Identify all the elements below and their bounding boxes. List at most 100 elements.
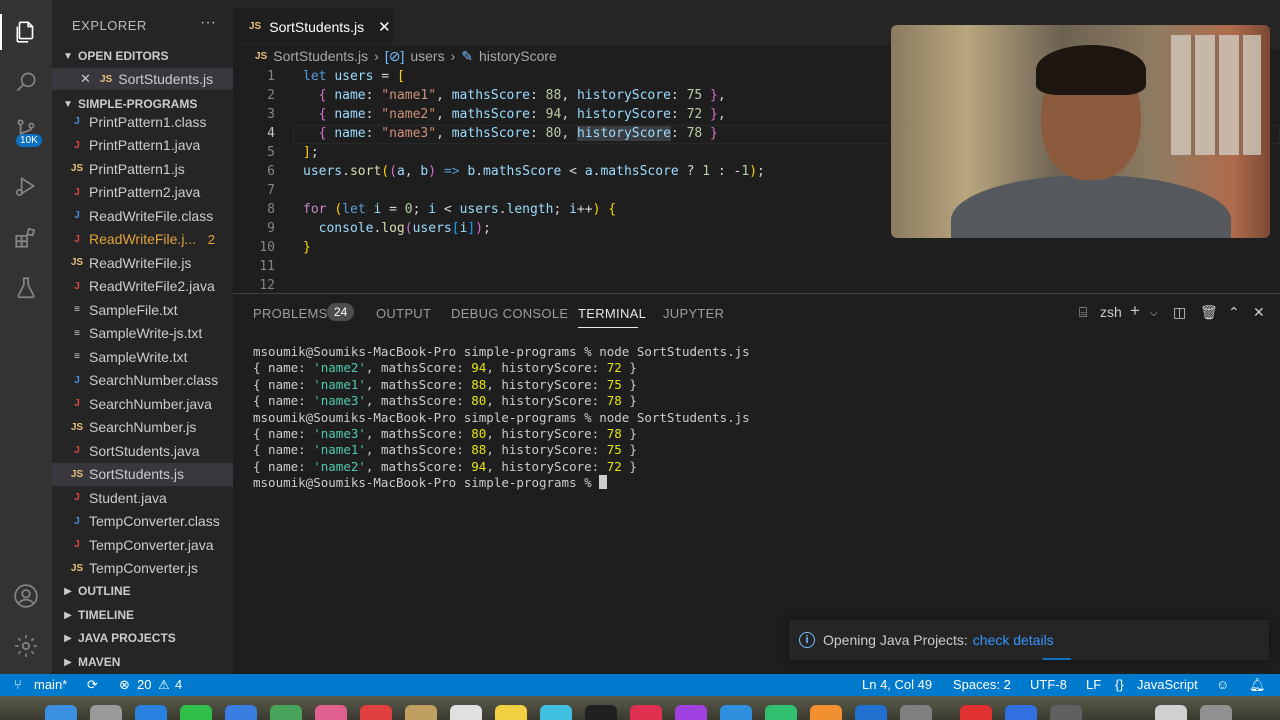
run-debug-icon[interactable]: [12, 172, 40, 200]
file-item[interactable]: ≡ SampleWrite-js.txt: [52, 322, 233, 346]
timeline-section[interactable]: ▶ TIMELINE: [52, 604, 233, 626]
search-icon[interactable]: [12, 68, 40, 96]
java-projects-section[interactable]: ▶ JAVA PROJECTS: [52, 627, 233, 649]
breadcrumb-symbol[interactable]: users: [410, 48, 444, 64]
open-editors-section[interactable]: ▼ OPEN EDITORS: [52, 45, 233, 67]
tab-problems[interactable]: PROBLEMS: [253, 306, 328, 321]
feedback-icon[interactable]: ☺: [1216, 677, 1229, 692]
error-count[interactable]: 20: [137, 677, 151, 692]
downloads-icon[interactable]: [1155, 705, 1187, 720]
chevron-right-icon: ▶: [64, 632, 72, 644]
testing-icon[interactable]: [12, 274, 40, 302]
shell-name[interactable]: zsh: [1100, 304, 1122, 320]
mail-icon[interactable]: [225, 705, 257, 720]
tab-sortstudents[interactable]: JS SortStudents.js ✕: [233, 8, 393, 44]
file-item[interactable]: J SortStudents.java: [52, 439, 233, 463]
podcasts-icon[interactable]: [675, 705, 707, 720]
vscode-dock-icon[interactable]: [855, 705, 887, 720]
file-item[interactable]: J Student.java: [52, 486, 233, 510]
file-item[interactable]: J TempConverter.class: [52, 510, 233, 534]
trash-dock-icon[interactable]: [1200, 705, 1232, 720]
file-item[interactable]: J ReadWriteFile2.java: [52, 275, 233, 299]
file-item[interactable]: ≡ SampleFile.txt: [52, 298, 233, 322]
warning-count[interactable]: 4: [175, 677, 182, 692]
file-item[interactable]: JS TempConverter.js: [52, 557, 233, 581]
tab-jupyter[interactable]: JUPYTER: [663, 306, 724, 321]
facetime-icon[interactable]: [540, 705, 572, 720]
file-item[interactable]: J PrintPattern2.java: [52, 181, 233, 205]
file-item[interactable]: J ReadWriteFile.class: [52, 204, 233, 228]
safari-icon[interactable]: [135, 705, 167, 720]
contacts-icon[interactable]: [405, 705, 437, 720]
more-actions-icon[interactable]: ···: [200, 14, 216, 32]
maven-section[interactable]: ▶ MAVEN: [52, 651, 233, 673]
pages-icon[interactable]: [810, 705, 842, 720]
file-item[interactable]: ≡ SampleWrite.txt: [52, 345, 233, 369]
preview-icon[interactable]: [1050, 705, 1082, 720]
file-item[interactable]: JS ReadWriteFile.js: [52, 251, 233, 275]
chevron-down-icon[interactable]: ⌵: [1150, 308, 1158, 319]
settings-gear-icon[interactable]: [12, 632, 40, 660]
encoding[interactable]: UTF-8: [1030, 677, 1067, 692]
extensions-icon[interactable]: [12, 224, 40, 252]
maps-icon[interactable]: [270, 705, 302, 720]
git-branch[interactable]: main*: [34, 677, 67, 692]
sync-icon[interactable]: ⟳: [87, 677, 98, 693]
zoom-icon[interactable]: [1005, 705, 1037, 720]
split-terminal-icon[interactable]: ◫: [1173, 304, 1186, 321]
indentation[interactable]: Spaces: 2: [953, 677, 1011, 692]
terminal-app-icon[interactable]: [585, 705, 617, 720]
file-label: PrintPattern1.class: [89, 113, 207, 130]
reminders-icon[interactable]: [450, 705, 482, 720]
breadcrumb-file[interactable]: SortStudents.js: [273, 48, 368, 64]
class-file-icon: J: [74, 515, 80, 527]
launchpad-icon[interactable]: [90, 705, 122, 720]
project-label: SIMPLE-PROGRAMS: [78, 97, 198, 111]
file-item[interactable]: J SearchNumber.java: [52, 392, 233, 416]
numbers-icon[interactable]: [765, 705, 797, 720]
app-store-icon[interactable]: [720, 705, 752, 720]
warning-icon: ⚠: [158, 677, 170, 692]
finder-icon[interactable]: [45, 705, 77, 720]
file-item[interactable]: J PrintPattern1.class: [52, 110, 233, 134]
class-file-icon: J: [74, 116, 80, 128]
tab-output[interactable]: OUTPUT: [376, 306, 431, 321]
notifications-bell-icon[interactable]: 🔔︎: [1249, 677, 1266, 693]
file-item[interactable]: J ReadWriteFile.j... 2: [52, 228, 233, 252]
close-tab-icon[interactable]: ✕: [378, 18, 391, 36]
file-item[interactable]: J TempConverter.java: [52, 533, 233, 557]
file-item[interactable]: JS SortStudents.js: [52, 462, 233, 486]
file-label: SampleFile.txt: [89, 301, 178, 318]
code-line: }: [303, 240, 311, 255]
messages-icon[interactable]: [180, 705, 212, 720]
file-item[interactable]: JS PrintPattern1.js: [52, 157, 233, 181]
files-icon[interactable]: [12, 18, 40, 46]
tab-terminal[interactable]: TERMINAL: [578, 306, 646, 321]
chrome-icon[interactable]: [960, 705, 992, 720]
file-item[interactable]: J SearchNumber.class: [52, 369, 233, 393]
calendar-icon[interactable]: [360, 705, 392, 720]
java-file-icon: J: [74, 186, 80, 198]
file-item[interactable]: J PrintPattern1.java: [52, 134, 233, 158]
settings-app-icon[interactable]: [900, 705, 932, 720]
breadcrumb-property[interactable]: historyScore: [479, 48, 557, 64]
language-mode[interactable]: JavaScript: [1137, 677, 1198, 692]
account-icon[interactable]: [12, 582, 40, 610]
outline-section[interactable]: ▶ OUTLINE: [52, 580, 233, 602]
close-panel-icon[interactable]: ✕: [1253, 304, 1265, 321]
cursor-position[interactable]: Ln 4, Col 49: [862, 677, 932, 692]
close-icon[interactable]: ✕: [80, 71, 100, 87]
music-icon[interactable]: [630, 705, 662, 720]
file-item[interactable]: JS SearchNumber.js: [52, 416, 233, 440]
line-ending[interactable]: LF: [1086, 677, 1101, 692]
new-terminal-icon[interactable]: +: [1130, 301, 1140, 321]
terminal-output[interactable]: msoumik@Soumiks-MacBook-Pro simple-progr…: [253, 344, 750, 492]
trash-icon[interactable]: 🗑: [1200, 304, 1218, 321]
chevron-right-icon: ▶: [64, 585, 72, 597]
open-editor-item[interactable]: ✕ JS SortStudents.js: [52, 68, 233, 90]
check-details-link[interactable]: check details: [973, 632, 1054, 648]
notes-icon[interactable]: [495, 705, 527, 720]
photos-icon[interactable]: [315, 705, 347, 720]
maximize-panel-icon[interactable]: ⌃: [1228, 304, 1240, 321]
tab-debug-console[interactable]: DEBUG CONSOLE: [451, 306, 568, 321]
